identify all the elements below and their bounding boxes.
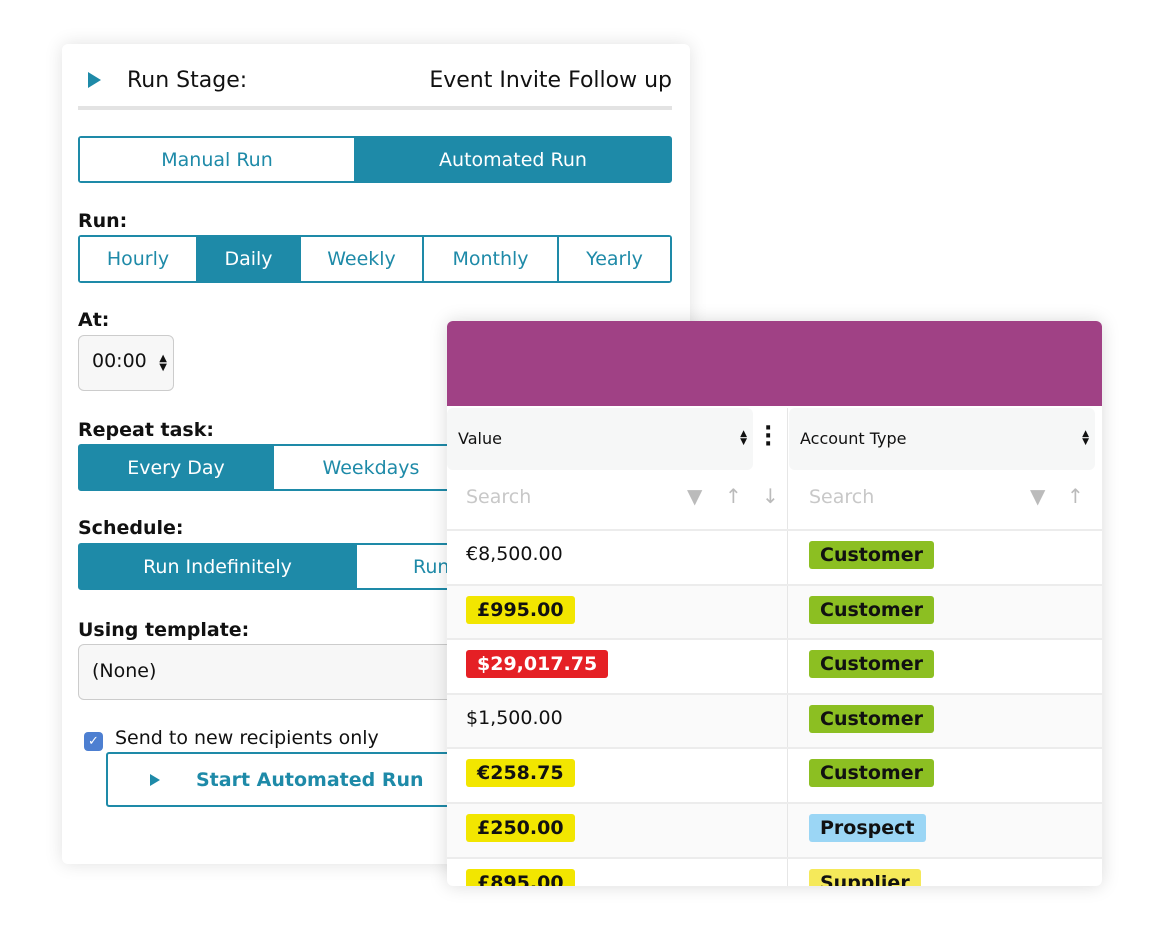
column-divider	[787, 640, 788, 696]
value-search-input[interactable]: Search	[466, 486, 531, 508]
sort-ascending-icon[interactable]: ↑	[1067, 484, 1084, 508]
column-header-account-type[interactable]: Account Type ▲ ▼	[789, 408, 1095, 470]
table-row[interactable]: £995.00 Customer	[447, 583, 1102, 641]
hourly-button[interactable]: Hourly	[80, 237, 198, 281]
table-row[interactable]: £895.00 Supplier	[447, 856, 1102, 886]
account-type-search-input[interactable]: Search	[809, 486, 874, 508]
play-icon	[150, 774, 160, 786]
manual-run-button[interactable]: Manual Run	[80, 138, 356, 181]
value-cell: $1,500.00	[466, 707, 563, 729]
value-badge: $1,500.00	[466, 706, 563, 729]
run-frequency-toggle: Hourly Daily Weekly Monthly Yearly	[78, 235, 672, 283]
new-recipients-label: Send to new recipients only	[115, 727, 379, 749]
column-divider	[787, 858, 788, 886]
table-row[interactable]: €258.75 Customer	[447, 747, 1102, 805]
table-row[interactable]: $29,017.75 Customer	[447, 638, 1102, 696]
column-divider	[787, 749, 788, 805]
column-divider	[787, 694, 788, 750]
start-button-label: Start Automated Run	[196, 769, 424, 791]
value-badge: £895.00	[466, 868, 575, 886]
value-badge: £995.00	[466, 595, 575, 624]
run-stage-header[interactable]: Run Stage: Event Invite Follow up	[78, 66, 672, 110]
at-label: At:	[78, 309, 110, 331]
weekdays-button[interactable]: Weekdays	[274, 446, 470, 489]
new-recipients-checkbox[interactable]: ✓	[84, 732, 103, 751]
column-header-value[interactable]: Value ▲ ▼	[447, 408, 753, 470]
run-label: Run:	[78, 210, 128, 232]
filter-icon[interactable]: ▼	[1030, 484, 1045, 508]
play-icon	[88, 72, 101, 88]
filter-icon[interactable]: ▼	[687, 484, 702, 508]
time-value: 00:00	[92, 350, 147, 372]
column-title: Account Type	[800, 429, 907, 448]
automated-run-button[interactable]: Automated Run	[356, 138, 670, 181]
value-cell: €258.75	[466, 759, 575, 788]
grid-header-bar	[447, 321, 1102, 406]
account-type-cell: Prospect	[809, 814, 926, 842]
value-badge: $29,017.75	[466, 650, 609, 679]
account-type-badge: Prospect	[809, 814, 926, 842]
run-stage-value: Event Invite Follow up	[429, 68, 672, 93]
column-menu-icon[interactable]: · · ·	[764, 418, 772, 456]
account-type-cell: Customer	[809, 650, 934, 679]
schedule-label: Schedule:	[78, 517, 184, 539]
account-type-cell: Customer	[809, 704, 934, 733]
yearly-button[interactable]: Yearly	[559, 237, 670, 281]
table-row[interactable]: €8,500.00 Customer	[447, 529, 1102, 586]
account-type-cell: Supplier	[809, 868, 921, 886]
value-cell: €8,500.00	[466, 543, 563, 565]
sort-icon[interactable]: ▲ ▼	[740, 430, 747, 447]
sort-descending-icon[interactable]: ↓	[762, 484, 779, 508]
every-day-button[interactable]: Every Day	[80, 446, 274, 489]
account-type-badge: Customer	[809, 650, 934, 679]
table-row[interactable]: £250.00 Prospect	[447, 802, 1102, 859]
value-cell: £250.00	[466, 814, 575, 842]
data-grid: Value ▲ ▼ · · · Account Type ▲ ▼ Search ▼ ↑ …	[447, 321, 1102, 886]
value-badge: £250.00	[466, 814, 575, 842]
account-type-badge: Customer	[809, 595, 934, 624]
run-indefinitely-button[interactable]: Run Indefinitely	[80, 545, 357, 588]
daily-button[interactable]: Daily	[198, 237, 301, 281]
account-type-badge: Customer	[809, 704, 934, 733]
account-type-cell: Customer	[809, 541, 934, 569]
column-divider	[787, 531, 788, 586]
spinner-icon[interactable]: ▲ ▼	[159, 354, 167, 373]
value-badge: €258.75	[466, 759, 575, 788]
sort-ascending-icon[interactable]: ↑	[725, 484, 742, 508]
value-cell: £895.00	[466, 868, 575, 886]
account-type-badge: Customer	[809, 541, 934, 569]
column-divider	[787, 804, 788, 859]
run-mode-toggle: Manual Run Automated Run	[78, 136, 672, 183]
weekly-button[interactable]: Weekly	[301, 237, 424, 281]
sort-icon[interactable]: ▲ ▼	[1082, 430, 1089, 447]
value-badge: €8,500.00	[466, 543, 563, 565]
monthly-button[interactable]: Monthly	[424, 237, 559, 281]
column-title: Value	[458, 429, 502, 448]
run-stage-label: Run Stage:	[127, 68, 248, 93]
account-type-cell: Customer	[809, 759, 934, 788]
repeat-task-label: Repeat task:	[78, 419, 214, 441]
column-divider	[787, 585, 788, 641]
template-label: Using template:	[78, 619, 250, 641]
table-row[interactable]: $1,500.00 Customer	[447, 692, 1102, 750]
value-cell: £995.00	[466, 595, 575, 624]
value-cell: $29,017.75	[466, 650, 609, 679]
time-input[interactable]: 00:00 ▲ ▼	[78, 335, 174, 391]
account-type-badge: Customer	[809, 759, 934, 788]
account-type-badge: Supplier	[809, 868, 921, 886]
account-type-cell: Customer	[809, 595, 934, 624]
